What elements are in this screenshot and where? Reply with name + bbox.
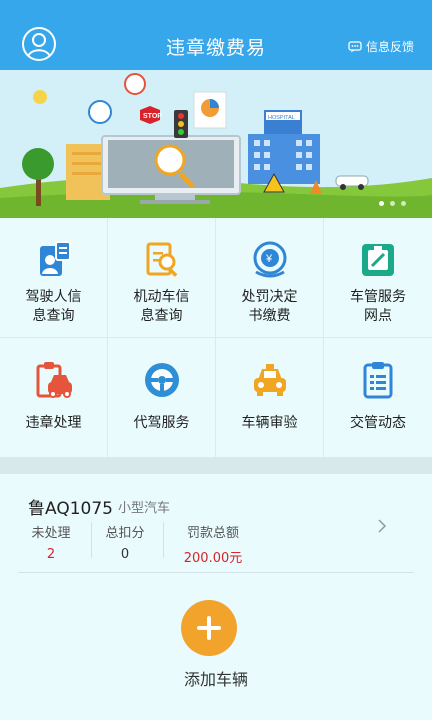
vehicle-card: 鲁AQ1075 小型汽车 未处理 2 总扣分 0 罚款总额 200.00元 添加… — [0, 474, 432, 720]
service-point-icon — [362, 244, 394, 276]
service-label: 机动车信 息查询 — [133, 289, 190, 324]
banner-illustration: STOP HOSPITAL — [0, 70, 432, 218]
driver-license-icon — [39, 241, 71, 276]
hospital-sign-text: HOSPITAL — [268, 115, 295, 121]
svg-text:¥: ¥ — [265, 253, 273, 265]
feedback-button[interactable]: 信息反馈 — [348, 38, 414, 55]
stop-sign-text: STOP — [143, 113, 162, 120]
feedback-label: 信息反馈 — [365, 40, 414, 54]
pager-dot[interactable] — [390, 201, 395, 206]
penalty-payment-button[interactable]: ¥ 处罚决定 书缴费 — [216, 218, 324, 338]
driver-info-query-button[interactable]: 驾驶人信 息查询 — [0, 218, 108, 338]
stat-divider — [163, 522, 164, 558]
unprocessed-value: 2 — [46, 547, 56, 562]
sun-icon — [33, 90, 47, 104]
car-inspection-icon — [253, 364, 286, 396]
service-label: 违章处理 — [25, 415, 82, 431]
unprocessed-label: 未处理 — [31, 526, 71, 541]
section-divider — [0, 458, 432, 474]
service-label: 处罚决定 书缴费 — [241, 289, 298, 324]
fine-stat[interactable]: 罚款总额 200.00元 — [176, 522, 250, 566]
violation-handling-button[interactable]: 违章处理 — [0, 338, 108, 458]
vehicle-type: 小型汽车 — [118, 501, 171, 516]
service-label: 驾驶人信 息查询 — [25, 289, 82, 324]
card-divider — [18, 572, 414, 573]
service-label: 交管动态 — [350, 415, 406, 431]
points-stat[interactable]: 总扣分 0 — [102, 522, 148, 562]
service-point-button[interactable]: 车管服务 网点 — [324, 218, 432, 338]
steering-wheel-icon — [144, 363, 179, 397]
service-label: 车管服务 网点 — [350, 289, 406, 324]
chauffeur-service-button[interactable]: 代驾服务 — [108, 338, 216, 458]
fine-label: 罚款总额 — [186, 526, 239, 541]
plate-number[interactable]: 鲁AQ1075 — [28, 494, 113, 519]
chat-bubble-icon — [348, 40, 362, 52]
banner-pager[interactable] — [379, 201, 406, 206]
violation-icon — [36, 362, 72, 398]
vehicle-info-query-button[interactable]: 机动车信 息查询 — [108, 218, 216, 338]
points-label: 总扣分 — [105, 526, 145, 541]
unprocessed-stat[interactable]: 未处理 2 — [28, 522, 74, 562]
points-value: 0 — [120, 547, 130, 562]
clipboard-icon — [363, 362, 393, 399]
pager-dot[interactable] — [401, 201, 406, 206]
pager-dot[interactable] — [379, 201, 384, 206]
add-vehicle-label[interactable]: 添加车辆 — [0, 666, 432, 690]
service-label: 车辆审验 — [241, 415, 298, 431]
vehicle-inspection-button[interactable]: 车辆审验 — [216, 338, 324, 458]
add-vehicle-button[interactable] — [181, 600, 237, 656]
chevron-right-icon[interactable] — [376, 518, 388, 534]
vehicle-search-icon — [146, 242, 177, 277]
payment-icon: ¥ — [253, 241, 286, 278]
stat-divider — [91, 522, 92, 558]
service-grid: 驾驶人信 息查询 机动车信 息查询 ¥ 处罚决定 书缴费 车管服务 网点 违章处… — [0, 218, 432, 458]
traffic-news-button[interactable]: 交管动态 — [324, 338, 432, 458]
fine-value: 200.00元 — [183, 551, 243, 566]
service-label: 代驾服务 — [133, 415, 190, 431]
promo-banner[interactable]: STOP HOSPITAL — [0, 70, 432, 218]
app-header: 违章缴费易 信息反馈 — [0, 0, 432, 70]
